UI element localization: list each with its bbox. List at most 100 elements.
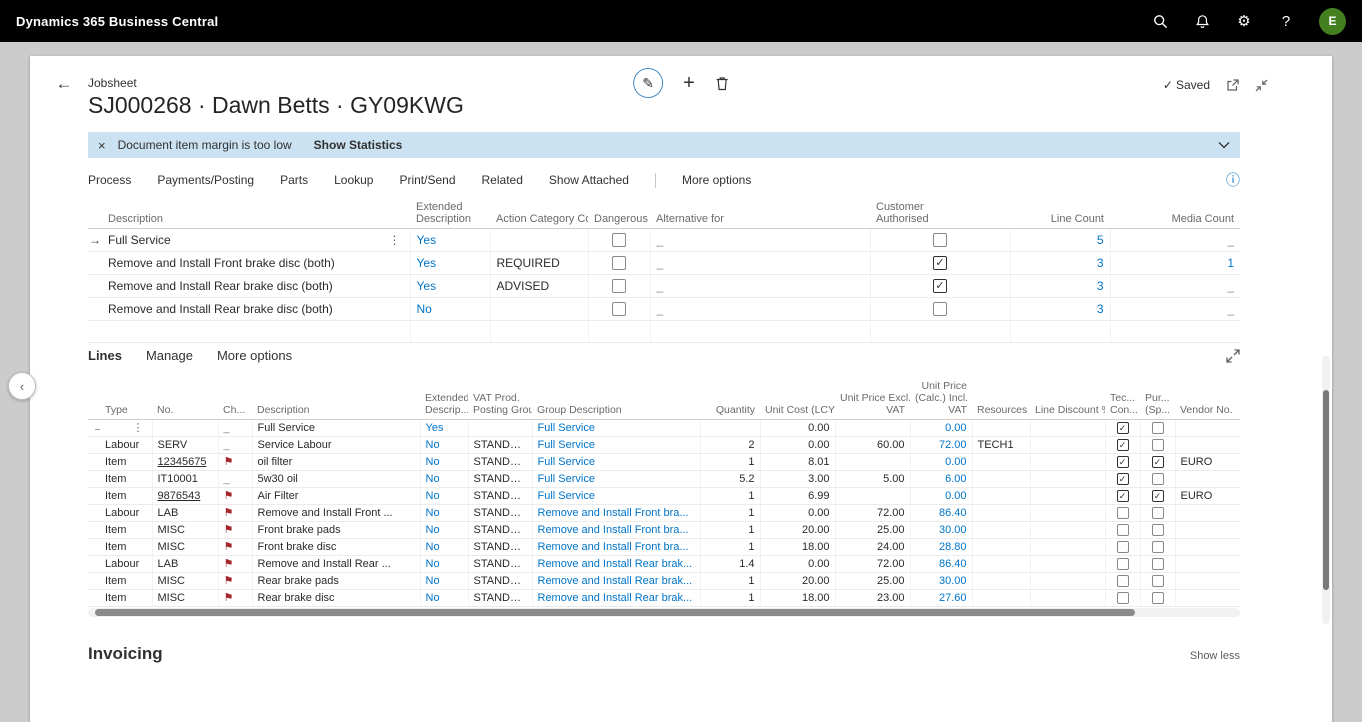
cell-group-description[interactable]: Remove and Install Front bra... [532, 539, 700, 556]
cell-media-count[interactable]: _ [1110, 228, 1240, 251]
cell-unit-cost[interactable]: 8.01 [760, 454, 835, 471]
cell-no[interactable]: MISC [152, 539, 218, 556]
cell-unit-cost[interactable]: 0.00 [760, 420, 835, 437]
cell-group-description[interactable]: Full Service [532, 454, 700, 471]
tec-con-checkbox[interactable]: ✓ [1117, 473, 1129, 485]
cell-unit-price-incl-vat[interactable]: 86.40 [910, 505, 972, 522]
cell-resources[interactable] [972, 590, 1030, 607]
cell-extended-description[interactable]: No [410, 297, 490, 320]
cell-alternative-for[interactable]: _ [650, 228, 870, 251]
pur-sp-checkbox[interactable] [1152, 422, 1164, 434]
col-description[interactable]: Description [102, 198, 410, 228]
cell-unit-price-incl-vat[interactable]: 72.00 [910, 437, 972, 454]
empty-cell[interactable] [102, 320, 410, 342]
cell-quantity[interactable]: 1 [700, 539, 760, 556]
cell-description[interactable]: Full Service [252, 420, 420, 437]
tab-more-options[interactable]: More options [217, 348, 292, 363]
cell-type[interactable]: Labour [100, 437, 152, 454]
cell-vat-group[interactable]: STANDARD [468, 556, 532, 573]
col-unit-price-calc-incl-vat[interactable]: Unit Price (Calc.) Incl. VAT [910, 378, 972, 420]
cell-description[interactable]: Remove and Install Rear brake disc (both… [102, 297, 410, 320]
customer-authorised-checkbox[interactable]: ✓ [933, 279, 947, 293]
cell-quantity[interactable]: 1 [700, 573, 760, 590]
cell-quantity[interactable] [700, 420, 760, 437]
cell-media-count[interactable]: _ [1110, 297, 1240, 320]
cell-unit-price-excl-vat[interactable]: 60.00 [835, 437, 910, 454]
add-icon[interactable]: + [683, 72, 695, 95]
focus-mode-icon[interactable] [1226, 349, 1240, 363]
col-extended-descrip[interactable]: Extended Descrip... [420, 378, 468, 420]
tec-con-checkbox[interactable]: ✓ [1117, 422, 1129, 434]
cell-group-description[interactable]: Full Service [532, 488, 700, 505]
cell-unit-price-incl-vat[interactable]: 30.00 [910, 522, 972, 539]
tec-con-checkbox[interactable]: ✓ [1117, 456, 1129, 468]
cell-quantity[interactable]: 5.2 [700, 471, 760, 488]
cell-extended-description[interactable]: No [420, 522, 468, 539]
cell-unit-price-excl-vat[interactable] [835, 420, 910, 437]
collapse-pane-button[interactable]: ‹ [8, 372, 36, 400]
cell-line-discount[interactable] [1030, 454, 1105, 471]
jobs-row[interactable]: Remove and Install Rear brake disc (both… [88, 274, 1240, 297]
settings-gear-icon[interactable]: ⚙ [1235, 12, 1253, 30]
cell-action-category-code[interactable]: ADVISED [490, 274, 588, 297]
cell-no[interactable] [152, 420, 218, 437]
cell-alternative-for[interactable]: _ [650, 297, 870, 320]
pur-sp-checkbox[interactable]: ✓ [1152, 456, 1164, 468]
col-action-category-code[interactable]: Action Category Code [490, 198, 588, 228]
empty-cell[interactable] [1010, 320, 1110, 342]
cell-description[interactable]: Front brake disc [252, 539, 420, 556]
col-unit-price-excl-vat[interactable]: Unit Price Excl. VAT [835, 378, 910, 420]
pur-sp-checkbox[interactable] [1152, 524, 1164, 536]
col-unit-cost-lcy[interactable]: Unit Cost (LCY) [760, 378, 835, 420]
col-tec-con[interactable]: Tec... Con... [1105, 378, 1140, 420]
cell-resources[interactable] [972, 505, 1030, 522]
cell-vat-group[interactable]: STANDARD [468, 539, 532, 556]
action-payments-posting[interactable]: Payments/Posting [157, 173, 254, 187]
info-icon[interactable]: ⓘ [1226, 170, 1240, 190]
col-ch[interactable]: Ch... [218, 378, 252, 420]
cell-extended-description[interactable]: No [420, 556, 468, 573]
lines-row[interactable]: ItemMISC⚑Front brake padsNoSTANDARDRemov… [88, 522, 1240, 539]
cell-description[interactable]: ⋮Full Service [102, 228, 410, 251]
col-resources[interactable]: Resources [972, 378, 1030, 420]
action-related[interactable]: Related [482, 173, 523, 187]
notifications-bell-icon[interactable] [1193, 12, 1211, 30]
cell-quantity[interactable]: 1 [700, 590, 760, 607]
cell-line-discount[interactable] [1030, 420, 1105, 437]
cell-no[interactable]: LAB [152, 505, 218, 522]
cell-quantity[interactable]: 1 [700, 522, 760, 539]
cell-quantity[interactable]: 1 [700, 505, 760, 522]
tec-con-checkbox[interactable] [1117, 524, 1129, 536]
vertical-scrollbar[interactable] [1322, 356, 1330, 624]
cell-extended-description[interactable]: No [420, 437, 468, 454]
lines-row[interactable]: →⋮_Full ServiceYesFull Service0.000.00✓ [88, 420, 1240, 437]
cell-line-discount[interactable] [1030, 539, 1105, 556]
cell-extended-description[interactable]: Yes [410, 228, 490, 251]
cell-unit-cost[interactable]: 0.00 [760, 556, 835, 573]
cell-vendor-no[interactable] [1175, 505, 1240, 522]
empty-cell[interactable] [588, 320, 650, 342]
col-quantity[interactable]: Quantity [700, 378, 760, 420]
col-pur-sp[interactable]: Pur... (Sp... [1140, 378, 1175, 420]
cell-unit-price-excl-vat[interactable] [835, 454, 910, 471]
action-more-options[interactable]: More options [682, 173, 751, 187]
cell-resources[interactable]: TECH1 [972, 437, 1030, 454]
pur-sp-checkbox[interactable] [1152, 592, 1164, 604]
help-icon[interactable]: ? [1277, 12, 1295, 30]
cell-description[interactable]: Rear brake pads [252, 573, 420, 590]
cell-vendor-no[interactable] [1175, 573, 1240, 590]
col-line-count[interactable]: Line Count [1010, 198, 1110, 228]
cell-extended-description[interactable]: No [420, 573, 468, 590]
cell-line-count[interactable]: 3 [1010, 251, 1110, 274]
cell-resources[interactable] [972, 573, 1030, 590]
pur-sp-checkbox[interactable] [1152, 558, 1164, 570]
cell-vendor-no[interactable] [1175, 556, 1240, 573]
cell-action-category-code[interactable] [490, 297, 588, 320]
show-statistics-action[interactable]: Show Statistics [314, 138, 403, 152]
cell-unit-cost[interactable]: 20.00 [760, 522, 835, 539]
close-icon[interactable]: × [98, 138, 106, 153]
row-menu-icon[interactable]: ⋮ [130, 420, 147, 436]
edit-pencil-icon[interactable]: ✎ [633, 68, 663, 98]
cell-vat-group[interactable]: STANDARD [468, 522, 532, 539]
cell-unit-cost[interactable]: 0.00 [760, 505, 835, 522]
